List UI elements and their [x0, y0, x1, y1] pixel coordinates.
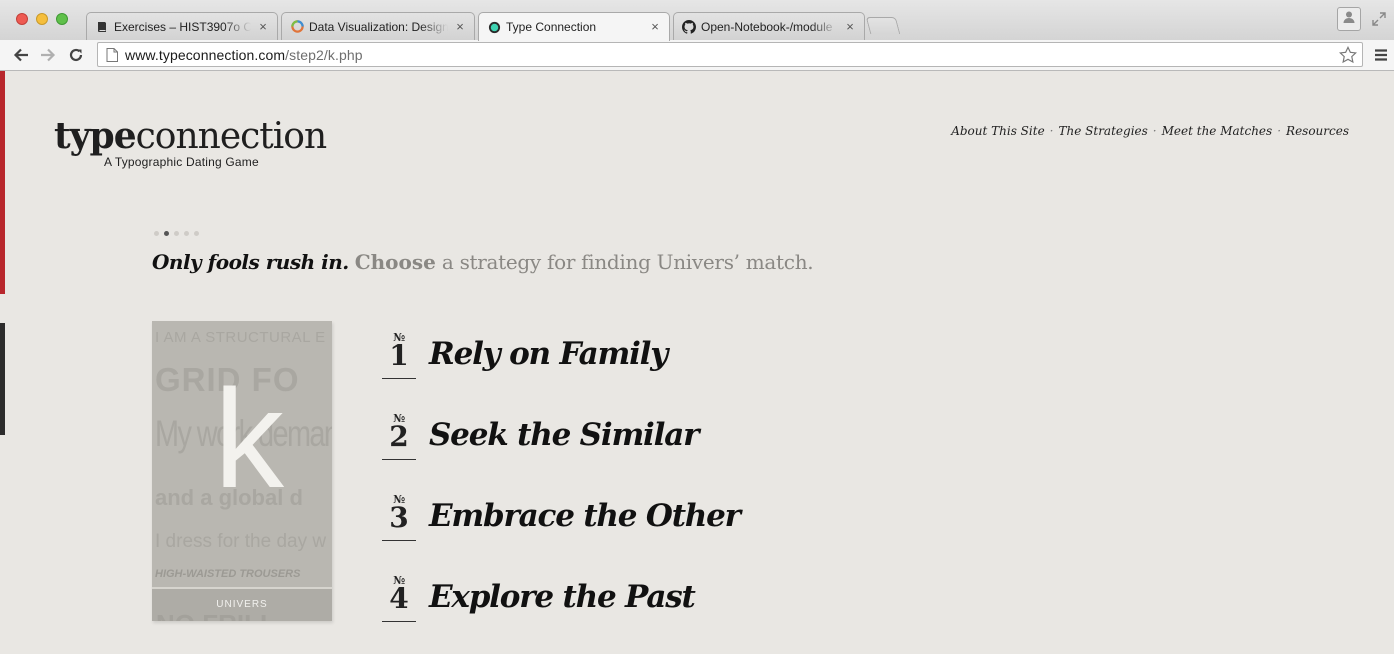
url-path: /step2/k.php — [285, 46, 363, 63]
specimen-line: I AM A STRUCTURAL E — [155, 329, 326, 346]
headline-verb: Choose — [354, 250, 436, 274]
strategy-number: 1 — [389, 339, 409, 372]
nav-separator: · — [1049, 124, 1054, 138]
progress-dot — [184, 231, 189, 236]
typeface-specimen-card: I AM A STRUCTURAL E GRID FO My work dema… — [152, 321, 332, 621]
strategy-number: 2 — [389, 420, 409, 453]
strategy-number: 3 — [389, 501, 409, 534]
hamburger-icon — [1375, 49, 1387, 61]
progress-dot — [154, 231, 159, 236]
tab-title: Data Visualization: Designing — [309, 19, 448, 34]
arrow-right-icon — [41, 48, 56, 62]
strategy-number-box: № 4 — [382, 565, 416, 622]
strategy-label[interactable]: Rely on Family — [429, 335, 668, 373]
new-tab-button[interactable] — [865, 17, 901, 34]
specimen-letter: k — [214, 360, 284, 517]
browser-menu-button[interactable] — [1372, 45, 1390, 65]
logo-bold: type — [54, 115, 137, 157]
window-close-button[interactable] — [16, 13, 28, 25]
tab-close-icon[interactable]: × — [454, 20, 466, 33]
specimen-line: I dress for the day w — [155, 531, 327, 552]
site-tagline: A Typographic Dating Game — [104, 155, 259, 169]
nav-matches[interactable]: Meet the Matches — [1162, 124, 1273, 138]
strategy-option-2[interactable]: № 2 Seek the Similar — [382, 403, 742, 463]
tab-title: Open-Notebook-/module — [701, 19, 833, 34]
browser-tab-open-notebook[interactable]: Open-Notebook-/module × — [673, 12, 865, 40]
headline-lead: Only fools rush in. — [152, 250, 349, 274]
progress-dot — [164, 231, 169, 236]
reload-button[interactable] — [66, 45, 86, 65]
strategy-option-4[interactable]: № 4 Explore the Past — [382, 565, 742, 625]
site-navigation: About This Site · The Strategies · Meet the … — [951, 124, 1349, 138]
arrow-left-icon — [13, 48, 28, 62]
browser-toolbar: www.typeconnection.com/step2/k.php — [0, 40, 1394, 71]
specimen-line: NO FRILL — [156, 609, 276, 621]
tab-close-icon[interactable]: × — [649, 20, 661, 33]
headline-rest: a strategy for finding Univers’ match. — [435, 250, 814, 274]
tab-close-icon[interactable]: × — [257, 20, 269, 33]
book-icon — [95, 20, 109, 34]
tab-title: Exercises – HIST3907o Crash Course — [114, 19, 251, 34]
page-icon — [105, 47, 119, 62]
typeconnection-icon — [487, 20, 501, 34]
back-button[interactable] — [11, 45, 31, 65]
specimen-line: HIGH-WAISTED TROUSERS — [155, 568, 301, 580]
browser-tab-exercises[interactable]: Exercises – HIST3907o Crash Course × — [86, 12, 278, 40]
window-edge — [0, 323, 5, 435]
strategy-number-box: № 3 — [382, 484, 416, 541]
url-text: www.typeconnection.com/step2/k.php — [125, 47, 363, 63]
progress-dot — [194, 231, 199, 236]
window-edge — [0, 71, 5, 294]
site-logo[interactable]: typeconnection A Typographic Dating Game — [54, 114, 328, 169]
strategy-option-3[interactable]: № 3 Embrace the Other — [382, 484, 742, 544]
window-zoom-button[interactable] — [56, 13, 68, 25]
progress-dot — [174, 231, 179, 236]
nav-strategies[interactable]: The Strategies — [1059, 124, 1148, 138]
nav-about[interactable]: About This Site — [951, 124, 1044, 138]
reload-icon — [69, 48, 83, 62]
strategy-label[interactable]: Embrace the Other — [429, 497, 741, 535]
page-headline: Only fools rush in. Choose a strategy for… — [152, 250, 814, 274]
window-minimize-button[interactable] — [36, 13, 48, 25]
nav-resources[interactable]: Resources — [1286, 124, 1349, 138]
strategy-label[interactable]: Seek the Similar — [429, 416, 699, 454]
logo-light: connection — [135, 116, 328, 157]
specimen-name-bar: UNIVERS NO FRILL — [152, 587, 332, 621]
bookmark-star-icon[interactable] — [1338, 45, 1357, 64]
address-bar[interactable]: www.typeconnection.com/step2/k.php — [97, 42, 1363, 67]
logo-wordmark: typeconnection — [54, 114, 328, 159]
browser-tab-type-connection[interactable]: Type Connection × — [478, 12, 670, 41]
nav-separator: · — [1152, 124, 1157, 138]
strategy-number: 4 — [389, 582, 409, 615]
tab-title: Type Connection — [506, 20, 597, 34]
browser-tab-data-visualization[interactable]: Data Visualization: Designing × — [281, 12, 475, 40]
fullscreen-icon[interactable] — [1370, 10, 1388, 28]
strategy-option-1[interactable]: № 1 Rely on Family — [382, 322, 742, 382]
tab-close-icon[interactable]: × — [844, 20, 856, 33]
github-icon — [682, 19, 696, 34]
nav-separator: · — [1277, 124, 1282, 138]
strategy-label[interactable]: Explore the Past — [429, 578, 696, 616]
strategy-number-box: № 2 — [382, 403, 416, 460]
forward-button[interactable] — [38, 45, 58, 65]
step-progress-dots — [154, 231, 204, 236]
circle-logo-icon — [290, 20, 304, 34]
profile-button[interactable] — [1337, 7, 1361, 31]
browser-tab-strip: Exercises – HIST3907o Crash Course × Dat… — [0, 0, 1394, 41]
strategy-number-box: № 1 — [382, 322, 416, 379]
person-icon — [1342, 10, 1356, 29]
url-host: www.typeconnection.com — [125, 46, 286, 63]
